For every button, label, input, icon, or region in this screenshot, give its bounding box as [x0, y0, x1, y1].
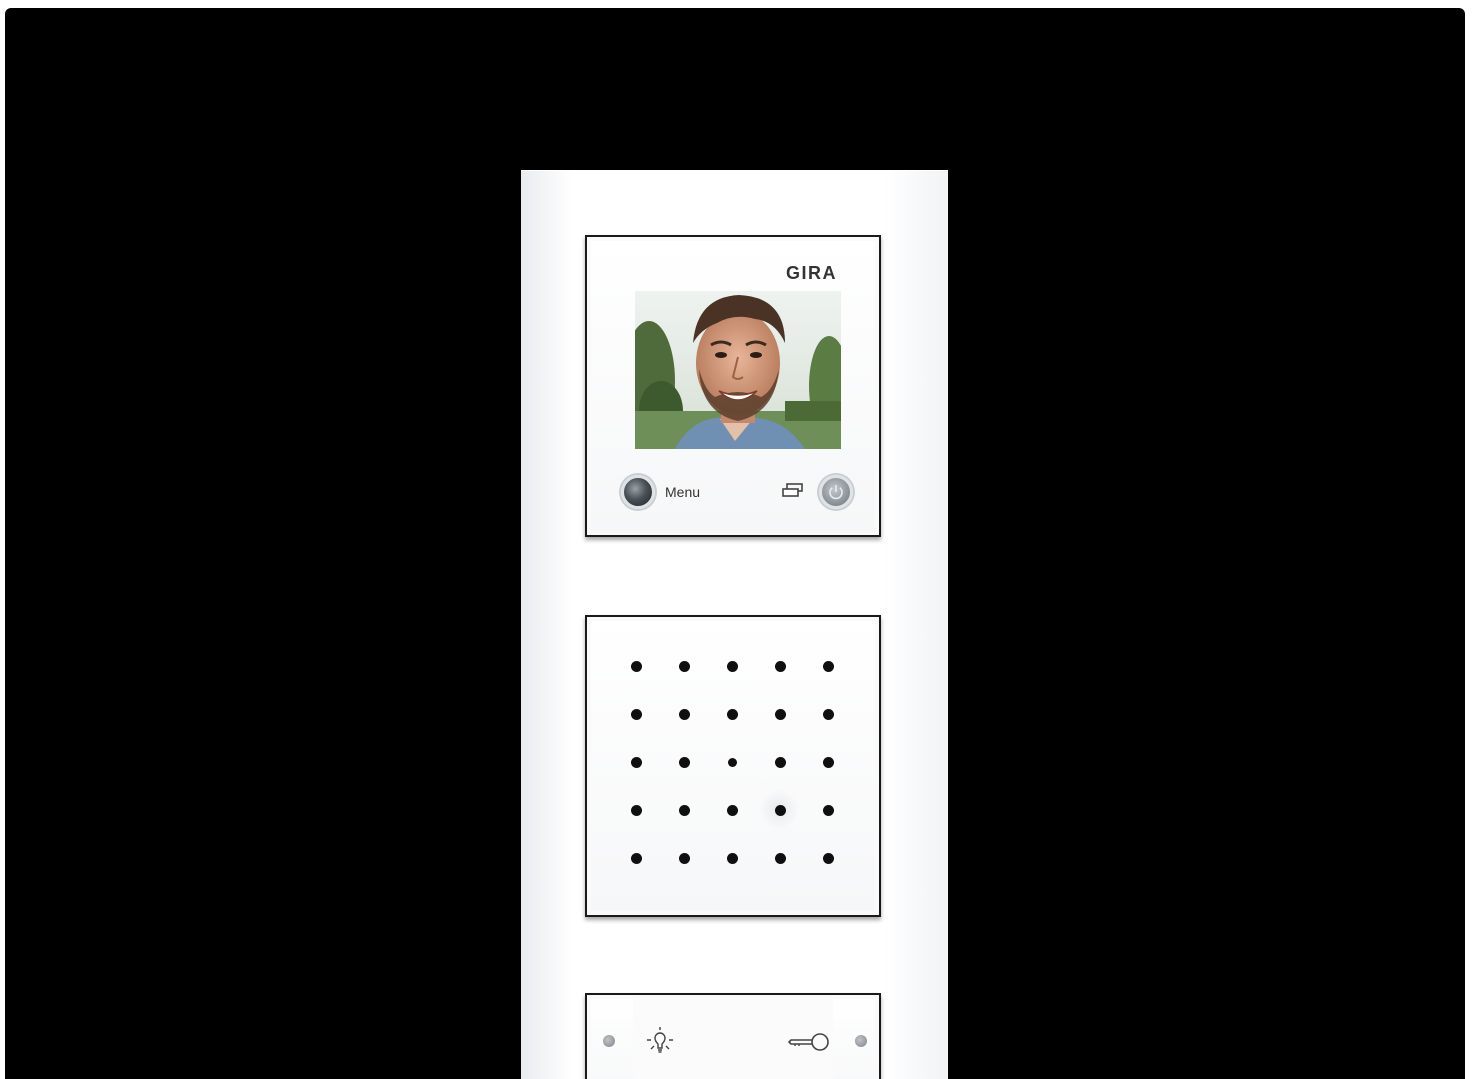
speaker-grille: [631, 661, 839, 869]
video-screen: [635, 291, 841, 449]
speaker-hole: [679, 709, 690, 720]
speaker-hole: [775, 661, 786, 672]
speaker-hole: [823, 805, 834, 816]
microphone-hole: [728, 758, 737, 767]
key-icon[interactable]: [787, 1031, 831, 1058]
light-bulb-icon[interactable]: [645, 1027, 675, 1062]
speaker-hole: [631, 805, 642, 816]
speaker-hole: [631, 757, 642, 768]
visitor-face-image: [635, 291, 841, 449]
speaker-hole: [679, 805, 690, 816]
speaker-hole: [679, 661, 690, 672]
speaker-hole: [679, 757, 690, 768]
menu-label: Menu: [665, 484, 701, 500]
video-switch-icon[interactable]: [781, 483, 805, 504]
speaker-hole: [727, 661, 738, 672]
speaker-hole: [775, 805, 786, 816]
speaker-hole: [823, 757, 834, 768]
power-button[interactable]: [819, 475, 853, 509]
speaker-hole: [823, 661, 834, 672]
speaker-hole: [775, 853, 786, 864]
video-display-module: GIRA Menu: [585, 235, 881, 537]
speaker-hole: [631, 661, 642, 672]
button-module: [585, 993, 881, 1079]
speaker-hole: [631, 709, 642, 720]
screw-icon: [855, 1035, 867, 1047]
speaker-hole: [823, 709, 834, 720]
power-icon: [829, 485, 843, 500]
speaker-hole: [727, 853, 738, 864]
screw-icon: [603, 1035, 615, 1047]
brand-logo: GIRA: [786, 263, 837, 283]
speaker-hole: [631, 853, 642, 864]
photo-background: GIRA Menu: [5, 8, 1465, 1079]
speaker-hole: [727, 709, 738, 720]
menu-button[interactable]: [621, 475, 655, 509]
speaker-module: [585, 615, 881, 917]
speaker-hole: [823, 853, 834, 864]
speaker-hole: [775, 757, 786, 768]
speaker-hole: [679, 853, 690, 864]
device-frame: GIRA Menu: [521, 170, 948, 1079]
speaker-hole: [775, 709, 786, 720]
speaker-hole: [727, 805, 738, 816]
